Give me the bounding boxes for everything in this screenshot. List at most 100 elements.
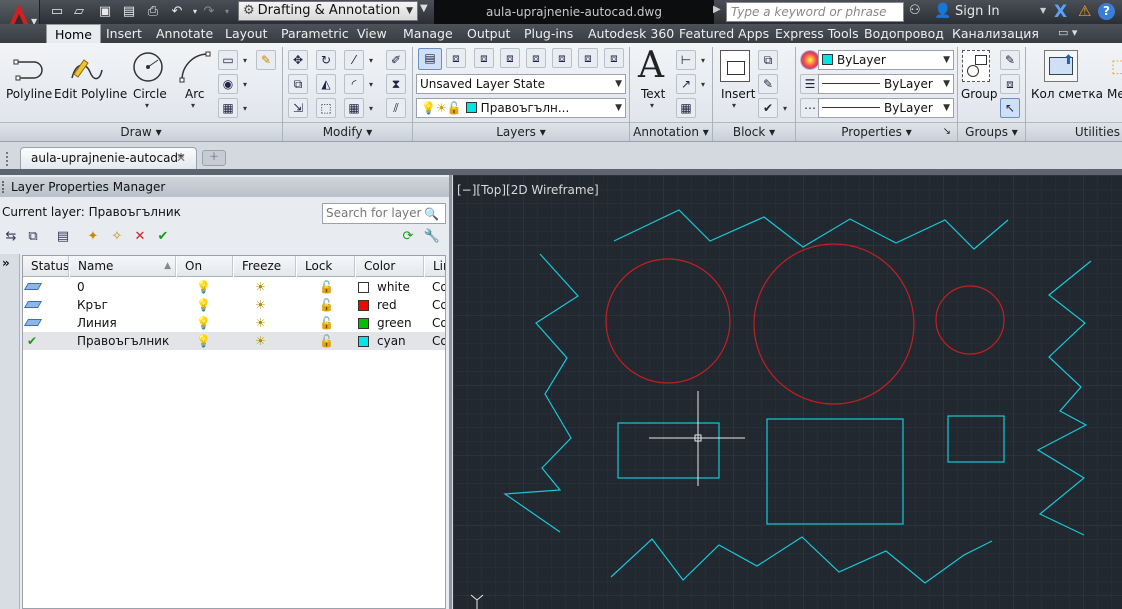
delete-layer-icon[interactable]: ✕ [131, 228, 149, 246]
edit-polyline-icon[interactable] [66, 52, 106, 86]
layer-previous-icon[interactable]: ⧈ [500, 48, 520, 68]
annotation-panel-title[interactable]: Annotation ▾ [630, 122, 712, 141]
layer-name[interactable]: Линия [77, 314, 175, 332]
measure-button[interactable]: Me [1107, 87, 1122, 101]
new-group-filter-icon[interactable]: ⧉ [24, 228, 42, 246]
undo-icon[interactable]: ↶ [168, 3, 186, 20]
utilities-panel-title[interactable]: Utilities [1026, 122, 1122, 141]
new-property-filter-icon[interactable]: ⇆ [2, 228, 20, 246]
fillet-icon[interactable]: ◜ [344, 74, 373, 94]
customize-quick-access-icon[interactable]: ▼ [420, 3, 428, 14]
polyline-button[interactable]: Polyline [6, 87, 52, 101]
lightbulb-icon[interactable]: 💡 [196, 296, 211, 314]
tab-view[interactable]: View [357, 24, 387, 43]
measure-icon[interactable]: ⬚ [1111, 56, 1122, 77]
draw-panel-title[interactable]: Draw ▾ [0, 122, 282, 141]
column-lock[interactable]: Lock [297, 256, 355, 277]
layer-properties-icon[interactable]: ▤ [418, 48, 442, 70]
tab-manage[interactable]: Manage [403, 24, 453, 43]
leader-icon[interactable]: ↗ [676, 74, 705, 94]
lightbulb-icon[interactable]: 💡 [196, 314, 211, 332]
boundary-icon[interactable]: ▦ [218, 98, 247, 118]
linetype-name[interactable]: Continuous [432, 314, 445, 332]
exchange-apps-icon[interactable]: X [1054, 2, 1067, 22]
tab-kanalizatsia[interactable]: Канализация [952, 24, 1039, 43]
save-as-icon[interactable]: ▤ [120, 3, 138, 20]
color-swatch[interactable] [358, 336, 369, 347]
set-current-icon[interactable]: ✔ [154, 228, 172, 246]
column-freeze[interactable]: Freeze [234, 256, 296, 277]
redo-icon[interactable]: ↷ [200, 3, 218, 20]
color-swatch[interactable] [358, 282, 369, 293]
layer-states-manager-icon[interactable]: ▤ [54, 228, 72, 246]
circle-tool-icon[interactable] [131, 50, 165, 84]
settings-icon[interactable]: 🔧 [423, 228, 441, 246]
drawing-canvas[interactable] [453, 175, 1122, 609]
help-icon[interactable]: ? [1098, 3, 1115, 20]
redo-dropdown-icon[interactable]: ▾ [218, 3, 236, 20]
lineweight-dropdown[interactable]: ByLayer ▼ [818, 74, 954, 94]
open-icon[interactable]: ▱ [70, 3, 88, 20]
sun-icon[interactable]: ☀ [255, 332, 266, 350]
color-name[interactable]: white [377, 278, 410, 296]
edit-polyline-button[interactable]: Edit Polyline [54, 87, 127, 101]
viewport-controls[interactable]: [−][Top][2D Wireframe] [457, 183, 599, 197]
groups-panel-title[interactable]: Groups ▾ [958, 122, 1025, 141]
color-dropdown[interactable]: ByLayer ▼ [818, 50, 954, 70]
layer-row[interactable]: Кръг 💡 ☀ 🔓 red Continuous [23, 296, 445, 314]
workspace-selector[interactable]: ⚙ Drafting & Annotation ▼ [238, 1, 418, 21]
tab-home[interactable]: Home [46, 24, 101, 44]
lightbulb-icon[interactable]: 💡 [196, 332, 211, 350]
column-color[interactable]: Color [356, 256, 424, 277]
layer-state-dropdown[interactable]: Unsaved Layer State ▼ [416, 74, 626, 94]
mirror-icon[interactable]: ◭ [316, 74, 336, 94]
tab-express-tools[interactable]: Express Tools [775, 24, 859, 43]
column-on[interactable]: On [177, 256, 233, 277]
sun-icon[interactable]: ☀ [255, 314, 266, 332]
keyword-search-input[interactable]: Type a keyword or phrase [726, 2, 904, 22]
text-tool-icon[interactable]: A [638, 46, 664, 86]
layer-row[interactable]: Линия 💡 ☀ 🔓 green Continuous [23, 314, 445, 332]
insert-dropdown-icon[interactable]: ▾ [732, 101, 736, 110]
properties-panel-title[interactable]: Properties ▾ ↘ [796, 122, 957, 141]
arc-button[interactable]: Arc [185, 87, 204, 101]
draw-extra-icon[interactable]: ✎ [256, 50, 276, 70]
expand-search-icon[interactable]: ▶ [713, 4, 721, 15]
column-status[interactable]: Status [23, 256, 69, 277]
move-icon[interactable]: ✥ [288, 50, 308, 70]
copy-icon[interactable]: ⧉ [288, 74, 308, 94]
arc-dropdown-icon[interactable]: ▾ [191, 101, 195, 110]
insert-block-icon[interactable] [720, 50, 750, 82]
current-layer-dropdown[interactable]: 💡☀🔓 Правоъгълн... ▼ [416, 98, 626, 118]
tab-output[interactable]: Output [467, 24, 510, 43]
offset-icon[interactable]: ⫽ [386, 98, 406, 118]
group-button[interactable]: Group [961, 87, 998, 101]
save-icon[interactable]: ▣ [96, 3, 114, 20]
group-selection-icon[interactable]: ↖ [1000, 98, 1020, 118]
layer-name[interactable]: 0 [77, 278, 175, 296]
color-name[interactable]: red [377, 296, 397, 314]
refresh-icon[interactable]: ⟳ [399, 228, 417, 246]
lightbulb-icon[interactable]: 💡 [196, 278, 211, 296]
unlocked-icon[interactable]: 🔓 [319, 296, 334, 314]
unlocked-icon[interactable]: 🔓 [319, 278, 334, 296]
tab-layout[interactable]: Layout [225, 24, 268, 43]
tab-insert[interactable]: Insert [106, 24, 142, 43]
explode-icon[interactable]: ⧗ [386, 74, 406, 94]
trim-icon[interactable]: ⁄ [344, 50, 373, 70]
stay-connected-icon[interactable]: ⚠ [1078, 2, 1091, 20]
ungroup-icon[interactable]: ✎ [1000, 50, 1020, 70]
linetype-name[interactable]: Continuous [432, 332, 445, 350]
drawing-svg[interactable] [453, 175, 1122, 609]
circle-button[interactable]: Circle [133, 87, 167, 101]
layer-row[interactable]: ✔ Правоъгълник 💡 ☀ 🔓 cyan Continuous [23, 332, 445, 350]
layers-panel-title[interactable]: Layers ▾ [413, 122, 629, 141]
linetype-name[interactable]: Continuous [432, 278, 445, 296]
kol-smetka-button[interactable]: Кол сметка [1031, 87, 1103, 101]
new-layer-vp-frozen-icon[interactable]: ✧ [108, 228, 126, 246]
layer-match-icon[interactable]: ⧈ [474, 48, 494, 68]
layer-isolate-icon[interactable]: ⧈ [526, 48, 546, 68]
unlocked-icon[interactable]: 🔓 [319, 332, 334, 350]
minimize-ribbon-icon[interactable]: ▭ ▾ [1058, 26, 1077, 39]
stretch-icon[interactable]: ⇲ [288, 98, 308, 118]
